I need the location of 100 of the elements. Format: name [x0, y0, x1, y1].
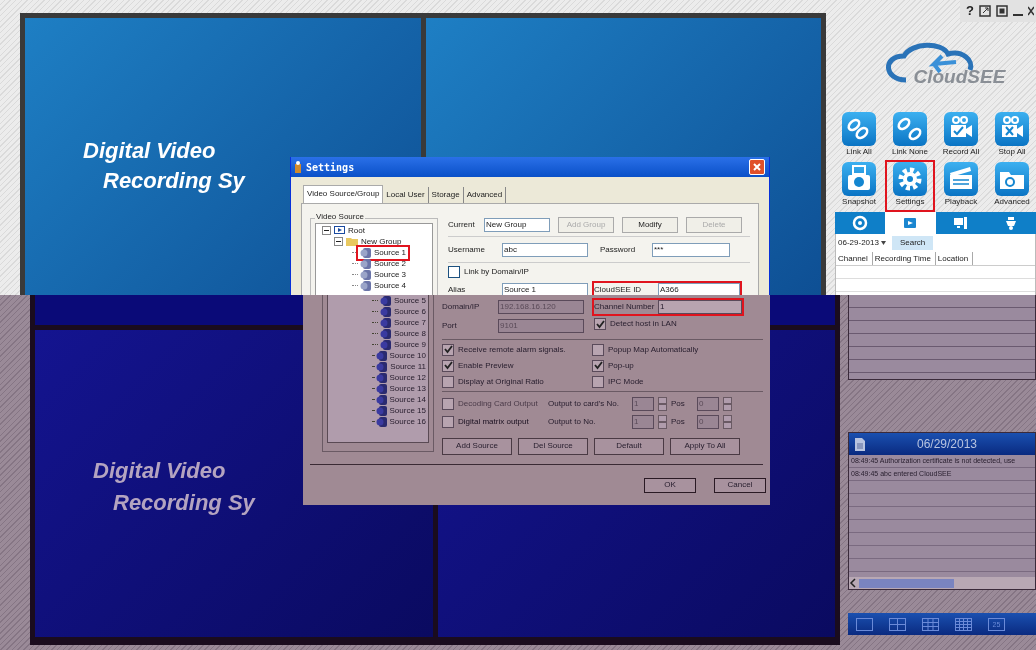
app-icon — [294, 161, 302, 173]
source-button[interactable]: Apply To All — [670, 437, 740, 455]
tree-item[interactable]: Source 15 — [373, 404, 428, 417]
field-label: Current — [448, 218, 476, 231]
camera-icon — [360, 269, 371, 280]
input-field[interactable]: Source 1 — [502, 283, 588, 295]
close-button[interactable] — [749, 159, 765, 175]
field-label: Output to No. — [548, 416, 597, 428]
video-title-text: Recording Sy — [103, 167, 245, 195]
tree-item[interactable]: New Group — [361, 235, 402, 248]
grid-layout-icon[interactable] — [922, 617, 939, 631]
tree-item[interactable]: Source 14 — [373, 393, 428, 406]
source-button[interactable]: Add Source — [442, 437, 512, 455]
tree-item[interactable]: Source 11 — [374, 360, 428, 373]
source-button[interactable]: Del Source — [518, 437, 588, 455]
camera-icon — [360, 280, 371, 291]
input-field[interactable]: *** — [652, 242, 730, 257]
field-label: Channel Number — [594, 301, 654, 313]
checkbox[interactable] — [592, 359, 604, 372]
tree-item[interactable]: Source 2 — [358, 257, 409, 270]
field-label: Output to card's No. — [548, 398, 620, 410]
camera-icon — [375, 394, 387, 405]
checkbox-label: Link by Domain/IP — [464, 266, 529, 278]
scrollbar-thumb[interactable] — [859, 578, 954, 588]
panel-tab[interactable] — [885, 212, 936, 234]
spinner-icon — [658, 415, 667, 429]
field-label: Domain/IP — [442, 301, 481, 313]
column-header[interactable]: Location — [935, 252, 974, 265]
source-button[interactable]: Default — [594, 437, 664, 455]
spinner-icon — [658, 397, 667, 411]
checkbox[interactable] — [448, 266, 460, 278]
grid-layout-icon[interactable] — [955, 617, 972, 631]
folder-icon — [346, 237, 358, 246]
input-field[interactable]: A366 — [658, 283, 740, 295]
camera-icon — [375, 405, 387, 416]
camera-icon — [375, 383, 387, 394]
tree-item[interactable]: Source 16 — [373, 415, 428, 428]
tree-item[interactable]: Source 5 — [377, 294, 428, 307]
tree-item[interactable]: Source 6 — [377, 305, 428, 318]
video-title-text: Recording Sy — [113, 489, 255, 517]
close-icon — [753, 163, 761, 171]
checkbox[interactable] — [594, 318, 606, 330]
spinner-icon — [723, 397, 732, 411]
checkbox[interactable] — [442, 343, 454, 356]
popout-icon — [979, 5, 991, 17]
tree-item[interactable]: Source 10 — [373, 349, 428, 362]
dialog-button[interactable]: OK — [644, 477, 696, 493]
input-field[interactable]: New Group — [484, 217, 550, 232]
horizontal-scrollbar[interactable] — [849, 577, 1035, 589]
tree-item[interactable]: Source 8 — [377, 327, 428, 340]
field-label: Alias — [448, 284, 467, 295]
checkbox-label: Digital matrix output — [458, 416, 530, 428]
field-label: Username — [448, 243, 486, 256]
tab[interactable]: Video Source/Group — [303, 185, 384, 203]
dropdown-icon — [880, 241, 886, 245]
input-field[interactable]: abc — [502, 242, 588, 257]
logo-text: CloudSEE — [913, 66, 1006, 88]
tree-item[interactable]: Source 3 — [358, 268, 409, 281]
grid-layout-icon[interactable] — [889, 617, 906, 631]
camera-icon — [375, 372, 387, 383]
group-button[interactable]: Modify — [622, 216, 678, 233]
camera-icon — [375, 350, 387, 361]
checkbox[interactable] — [592, 343, 604, 356]
checkbox-label: Detect host in LAN — [610, 318, 677, 330]
checkbox-label: Display at Original Ratio — [458, 375, 544, 388]
checkbox-label: Enable Preview — [458, 359, 514, 372]
input-field[interactable]: 1 — [658, 300, 742, 314]
checkbox[interactable] — [442, 375, 454, 388]
dialog-button[interactable]: Cancel — [714, 477, 766, 493]
tree-item[interactable]: Source 1 — [358, 246, 409, 259]
field-label: CloudSEE ID — [594, 284, 643, 295]
camera-icon — [379, 328, 391, 339]
column-header[interactable]: Channel — [836, 252, 873, 265]
tree-item[interactable]: Source 13 — [373, 382, 428, 395]
field-label: Port — [442, 320, 458, 332]
checkbox-label: Pop-up — [608, 359, 634, 372]
tree-item[interactable]: Root — [348, 224, 365, 237]
checkbox-label: IPC Mode — [608, 375, 644, 388]
tree-item[interactable]: Source 7 — [377, 316, 428, 329]
tree-item[interactable]: Source 4 — [358, 279, 409, 292]
field-label: Password — [600, 243, 637, 256]
grid-layout-icon[interactable] — [856, 617, 873, 631]
column-header[interactable]: Recording Time — [872, 252, 936, 265]
checkbox-label: Popup Map Automatically — [608, 343, 699, 356]
tree-item[interactable]: Source 9 — [377, 338, 428, 351]
checkbox-label: Decoding Card Output — [458, 398, 539, 410]
camera-icon — [360, 247, 371, 258]
computer-icon — [952, 215, 969, 231]
camera-icon — [376, 361, 388, 372]
scroll-left-icon — [849, 578, 857, 588]
checkbox[interactable] — [442, 416, 454, 428]
window-title: Settings — [306, 160, 356, 175]
search-button[interactable]: Search — [891, 236, 934, 250]
group-label: Video Source — [315, 212, 365, 222]
tree-item[interactable]: Source 12 — [373, 371, 428, 384]
help-button[interactable]: ? — [966, 1, 974, 21]
checkbox[interactable] — [442, 359, 454, 372]
camera-icon — [375, 416, 387, 427]
close-icon — [1028, 5, 1034, 17]
checkbox[interactable] — [592, 375, 604, 388]
